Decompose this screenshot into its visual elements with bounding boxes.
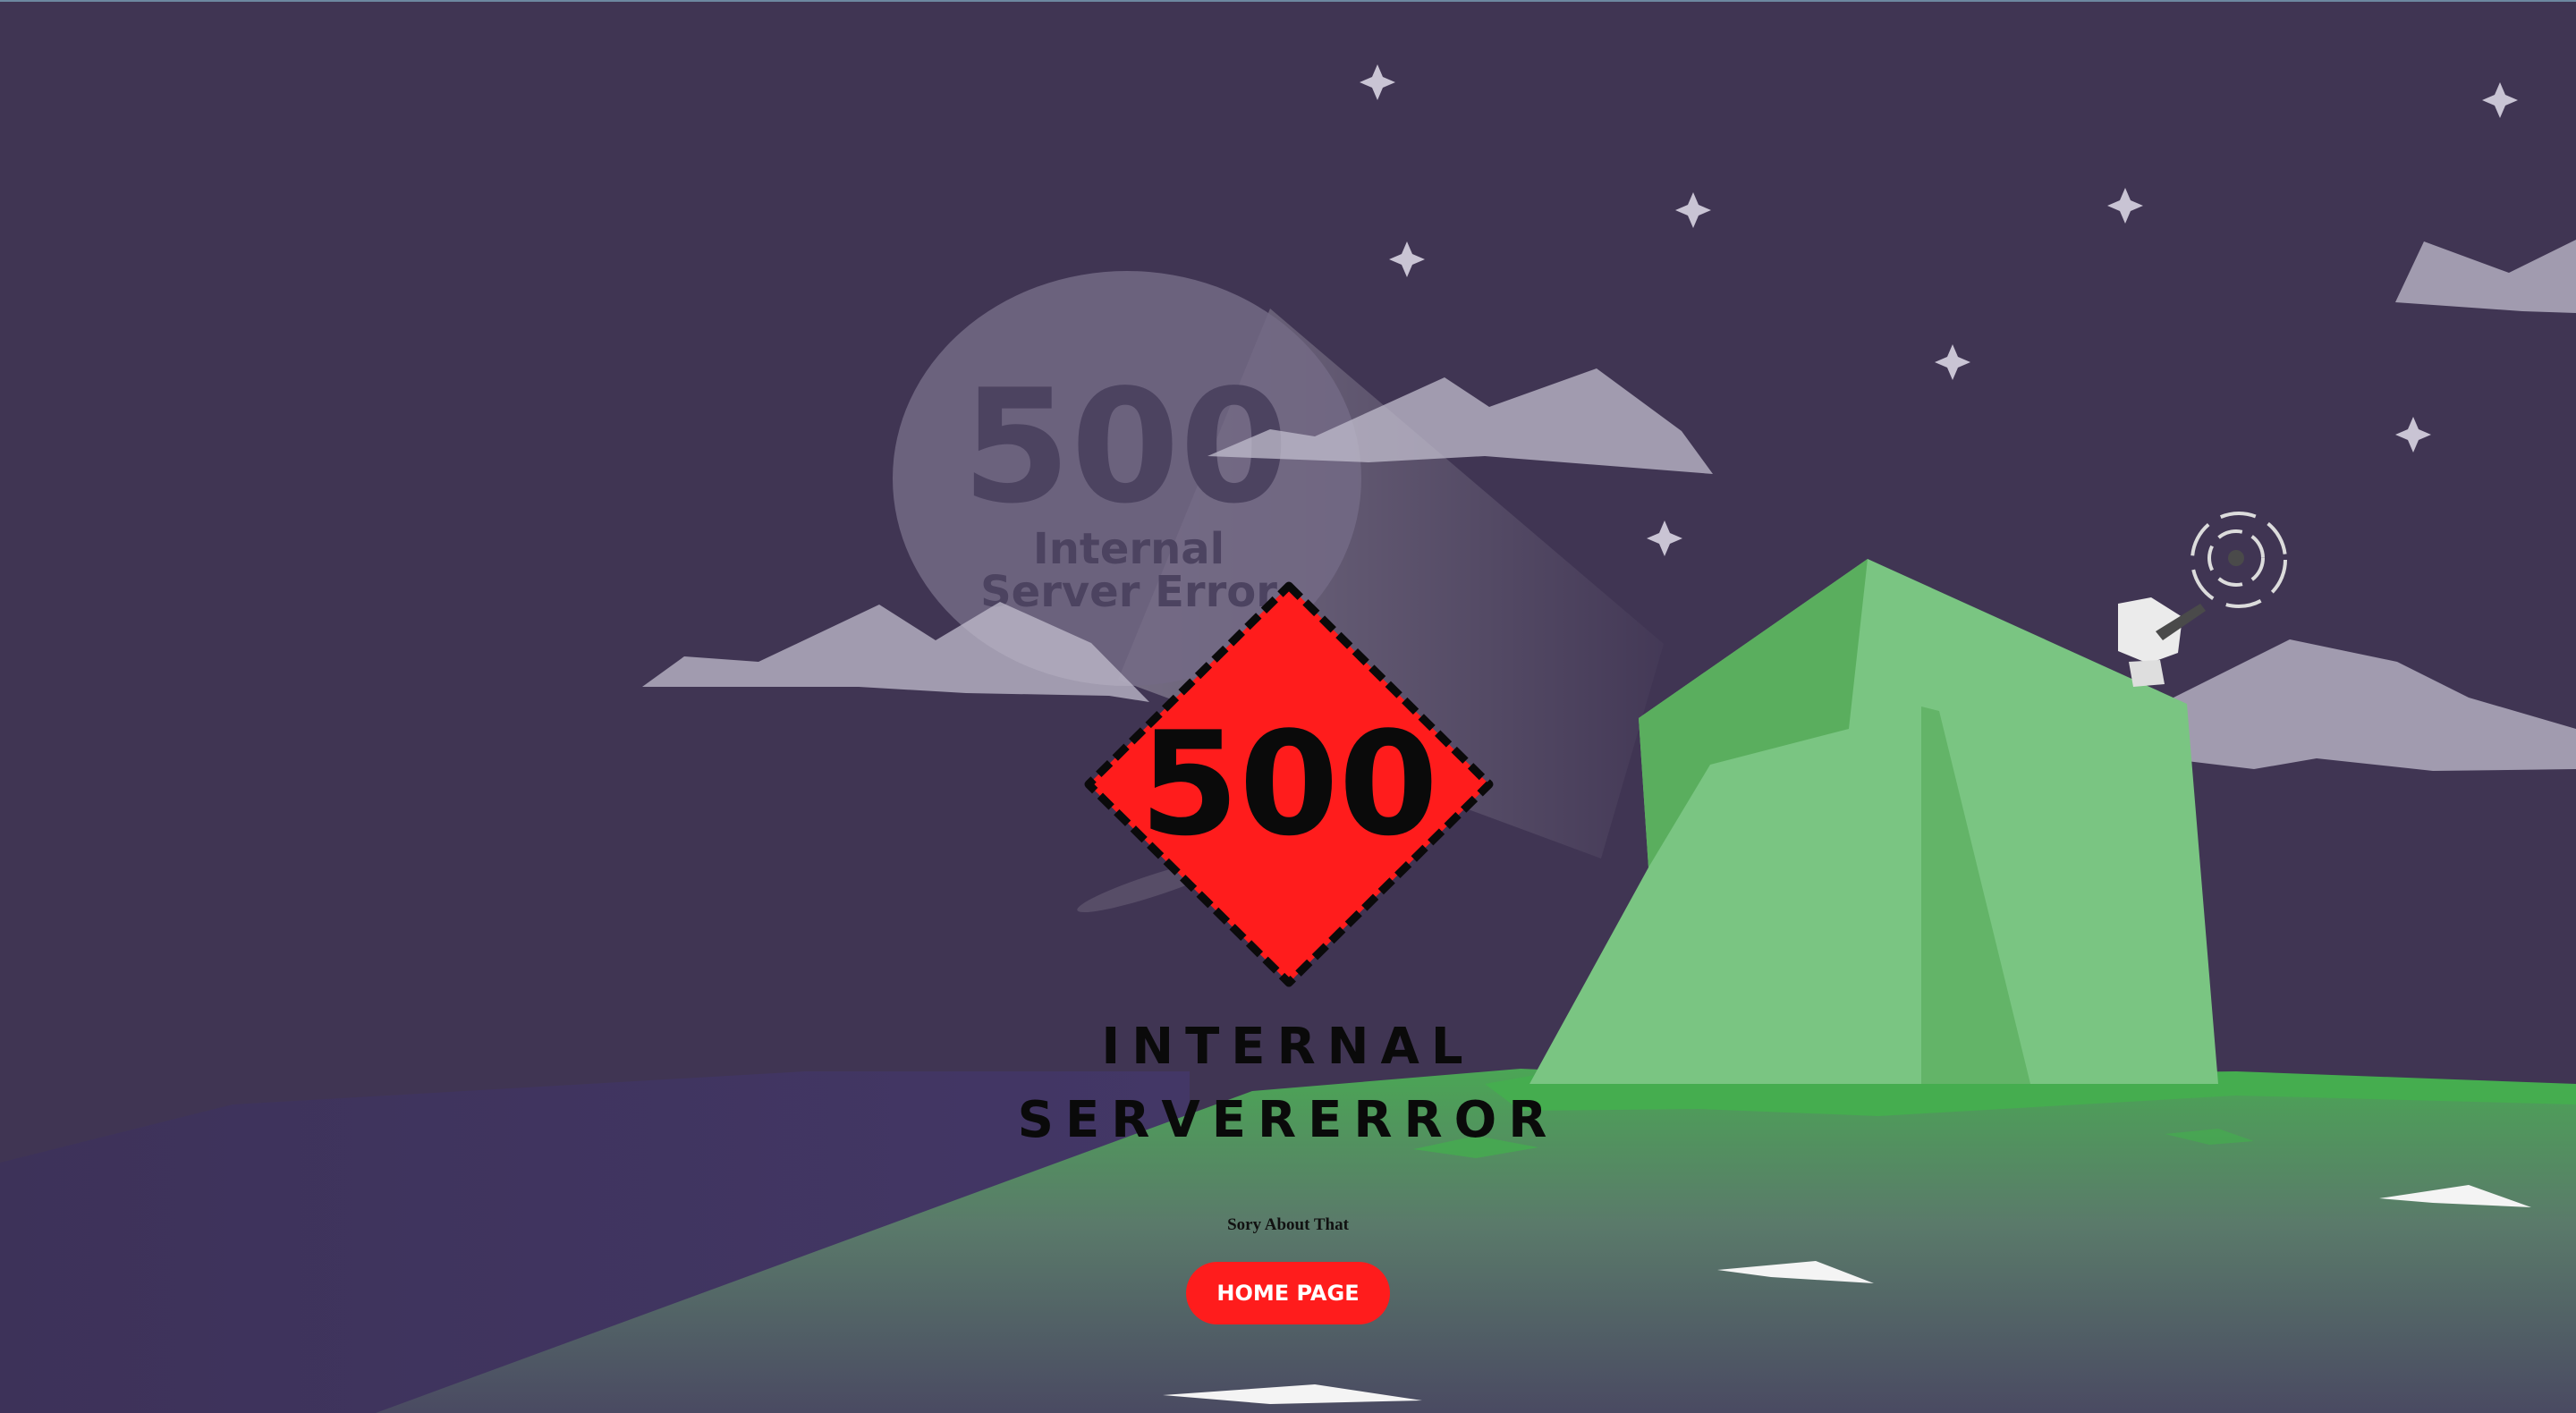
star-icon (1647, 520, 1682, 556)
cloud (2395, 240, 2576, 313)
star-icon (1389, 241, 1425, 277)
star-icon (1360, 64, 1395, 100)
stars (1360, 64, 2518, 556)
title-line-1: INTERNAL (1101, 1018, 1475, 1076)
error-page: 500 Internal Server Error 500 INTERNAL S… (0, 0, 2576, 1413)
star-icon (1935, 344, 1970, 380)
subtitle: Sory About That (1227, 1215, 1349, 1234)
moon-line2: Server Error (980, 567, 1277, 617)
background-scene: 500 Internal Server Error 500 (0, 64, 2576, 1413)
star-icon (2482, 82, 2518, 118)
error-code: 500 (1140, 700, 1438, 867)
star-icon (2107, 188, 2143, 224)
star-icon (2395, 417, 2431, 453)
star-icon (1675, 192, 1711, 228)
home-page-button[interactable]: HOME PAGE (1186, 1262, 1390, 1324)
title-line-2: SERVERERROR (1017, 1091, 1559, 1149)
